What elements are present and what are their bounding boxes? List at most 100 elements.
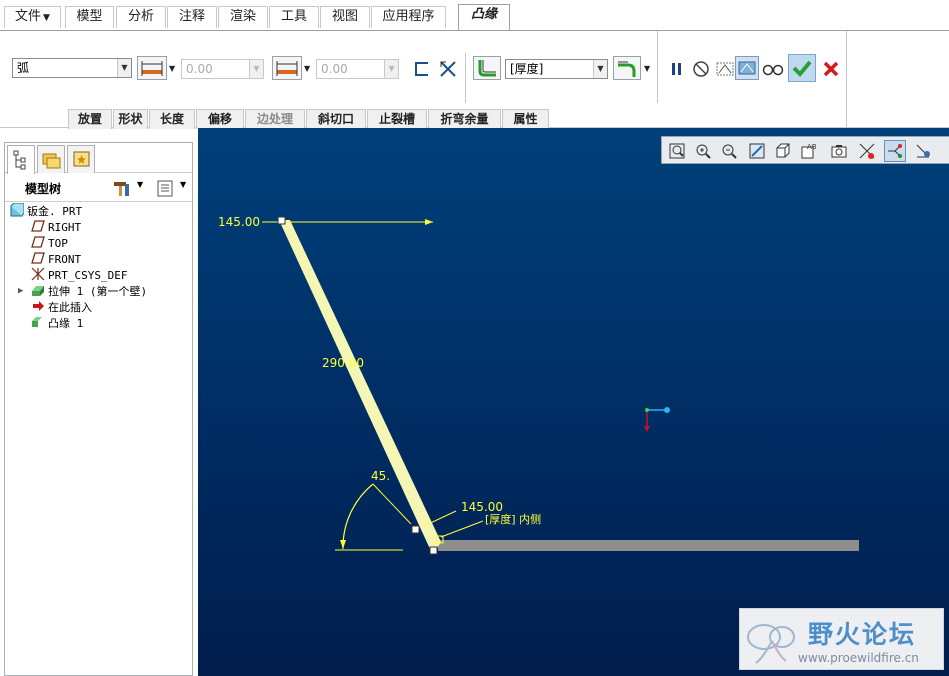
datum-display-button[interactable]	[856, 140, 878, 162]
subtab-shape[interactable]: 形状	[113, 109, 148, 129]
subtab-offset[interactable]: 偏移	[196, 109, 244, 129]
tab-analysis[interactable]: 分析	[116, 6, 166, 28]
tree-item-right[interactable]: RIGHT	[31, 219, 81, 235]
tab-tools[interactable]: 工具	[269, 6, 319, 28]
length-1-input[interactable]: 0.00 ▼	[181, 59, 264, 79]
bend-relief-button[interactable]	[613, 56, 641, 80]
show-options-button[interactable]	[155, 178, 175, 201]
model-tree-title: 模型树	[25, 182, 62, 196]
tab-view[interactable]: 视图	[320, 6, 370, 28]
zoom-out-button[interactable]	[718, 140, 740, 162]
subtab-length[interactable]: 长度	[149, 109, 195, 129]
thickness-side-icon	[478, 60, 496, 77]
subtab-label: 折弯余量	[440, 112, 489, 126]
tab-model-label: 模型	[76, 9, 103, 24]
chevron-down-icon[interactable]: ▼	[180, 180, 186, 189]
dim-top-length[interactable]: 145.00	[218, 215, 260, 229]
csys-origin	[645, 408, 649, 412]
cancel-button[interactable]	[818, 56, 842, 80]
tree-item-top[interactable]: TOP	[31, 235, 68, 251]
saved-views-icon: AB	[801, 143, 817, 159]
tree-item-flange[interactable]: 凸缘 1	[31, 315, 83, 331]
subtab-properties[interactable]: 属性	[502, 109, 549, 129]
length-type-1-dropdown-icon[interactable]: ▼	[169, 64, 175, 73]
flip-direction-button[interactable]	[435, 56, 459, 80]
tab-applications[interactable]: 应用程序	[371, 6, 446, 28]
no-preview-button[interactable]	[688, 56, 712, 80]
flange-dashboard: 弧 ▼ ▼ 0.00 ▼ ▼ 0.00 ▼ [厚度] ▼ ▼ 放置 形状 长度 …	[0, 30, 949, 129]
existing-wall	[438, 540, 859, 551]
tree-item-part[interactable]: 钣金. PRT	[10, 203, 82, 219]
accept-button[interactable]	[788, 54, 816, 82]
zoom-out-icon	[722, 144, 737, 159]
display-style-button[interactable]	[828, 140, 850, 162]
annotation-display-icon	[888, 144, 902, 158]
drag-handle[interactable]	[411, 525, 420, 534]
tree-item-extrude[interactable]: ▶ 拉伸 1 (第一个壁)	[18, 283, 147, 299]
length-type-2-dropdown-icon[interactable]: ▼	[304, 64, 310, 73]
tab-favorites[interactable]	[67, 145, 95, 173]
bend-dropdown-icon[interactable]: ▼	[644, 64, 650, 73]
verify-mode-button[interactable]	[735, 56, 759, 80]
dim-thickness-note[interactable]: [厚度] 内侧	[485, 512, 541, 526]
tab-model[interactable]: 模型	[65, 6, 114, 28]
tree-settings-button[interactable]	[111, 178, 131, 201]
repaint-button[interactable]	[746, 140, 768, 162]
pause-button[interactable]	[664, 56, 688, 80]
subtab-label: 止裂槽	[378, 112, 415, 126]
length-type-2-button[interactable]	[272, 56, 302, 80]
tab-file[interactable]: 文件 ▼	[4, 6, 61, 28]
zoom-in-button[interactable]	[692, 140, 714, 162]
tree-item-label: RIGHT	[48, 221, 82, 234]
length-2-input[interactable]: 0.00 ▼	[316, 59, 399, 79]
svg-text:AB: AB	[807, 143, 817, 151]
subtab-miter-cut[interactable]: 斜切口	[306, 109, 366, 129]
tab-flange-label: 凸缘	[470, 7, 497, 22]
tab-flange[interactable]: 凸缘	[458, 4, 510, 31]
tab-render[interactable]: 渲染	[218, 6, 268, 28]
shape-select[interactable]: 弧 ▼	[12, 58, 132, 78]
tab-model-tree[interactable]	[7, 145, 35, 174]
subtab-placement[interactable]: 放置	[68, 109, 112, 129]
drag-handle[interactable]	[277, 216, 286, 225]
divider	[657, 31, 658, 103]
orient-button[interactable]	[772, 140, 794, 162]
dim-diag-length[interactable]: 290.00	[322, 356, 364, 370]
tree-item-front[interactable]: FRONT	[31, 251, 81, 267]
flange-preview[interactable]	[279, 220, 441, 553]
thickness-side-button[interactable]	[473, 56, 501, 80]
length-side-2-icon	[276, 61, 298, 76]
length-type-1-button[interactable]	[137, 56, 167, 80]
drag-handle[interactable]	[429, 546, 438, 555]
dim-arrow-icon	[425, 219, 433, 225]
chevron-down-icon[interactable]: ▼	[137, 180, 143, 189]
tree-item-csys[interactable]: PRT_CSYS_DEF	[31, 267, 127, 283]
tree-item-insert-here[interactable]: 在此插入	[31, 299, 92, 315]
csys-arrow	[644, 426, 650, 432]
tree-item-label: 钣金. PRT	[27, 205, 83, 218]
chevron-down-icon: ▼	[249, 60, 263, 78]
annotation-display-button[interactable]	[884, 140, 906, 162]
saved-views-button[interactable]: AB	[798, 140, 820, 162]
expand-arrow-icon[interactable]: ▶	[18, 283, 23, 299]
subtab-bend-allowance[interactable]: 折弯余量	[428, 109, 501, 129]
subtab-relief[interactable]: 止裂槽	[367, 109, 427, 129]
navigator-panel: 模型树 ▼ ▼ 钣金. PRT RIGHT TOP FRONT PRT_CSYS…	[4, 142, 193, 676]
tab-annotate[interactable]: 注释	[167, 6, 217, 28]
refit-icon	[669, 143, 685, 159]
spin-center-button[interactable]	[912, 140, 934, 162]
tab-folder-browser[interactable]	[37, 145, 65, 173]
thickness-select[interactable]: [厚度] ▼	[505, 59, 608, 79]
tree-item-label: 在此插入	[48, 301, 92, 314]
dim-angle[interactable]: 45.	[371, 469, 390, 483]
tab-view-label: 视图	[331, 9, 358, 24]
dim-corner-length[interactable]: 145.00	[461, 500, 503, 514]
csys-icon	[31, 267, 45, 281]
tab-applications-label: 应用程序	[382, 9, 435, 24]
glasses-preview-button[interactable]	[759, 56, 785, 80]
refit-button[interactable]	[666, 140, 688, 162]
preview-geometry-button[interactable]	[712, 56, 736, 80]
profile-button[interactable]	[409, 56, 433, 80]
graphics-window[interactable]: 145.00 290.00 45. 145.00 [厚度] 内侧 AB	[198, 128, 949, 676]
butterfly-logo-icon	[747, 624, 795, 664]
